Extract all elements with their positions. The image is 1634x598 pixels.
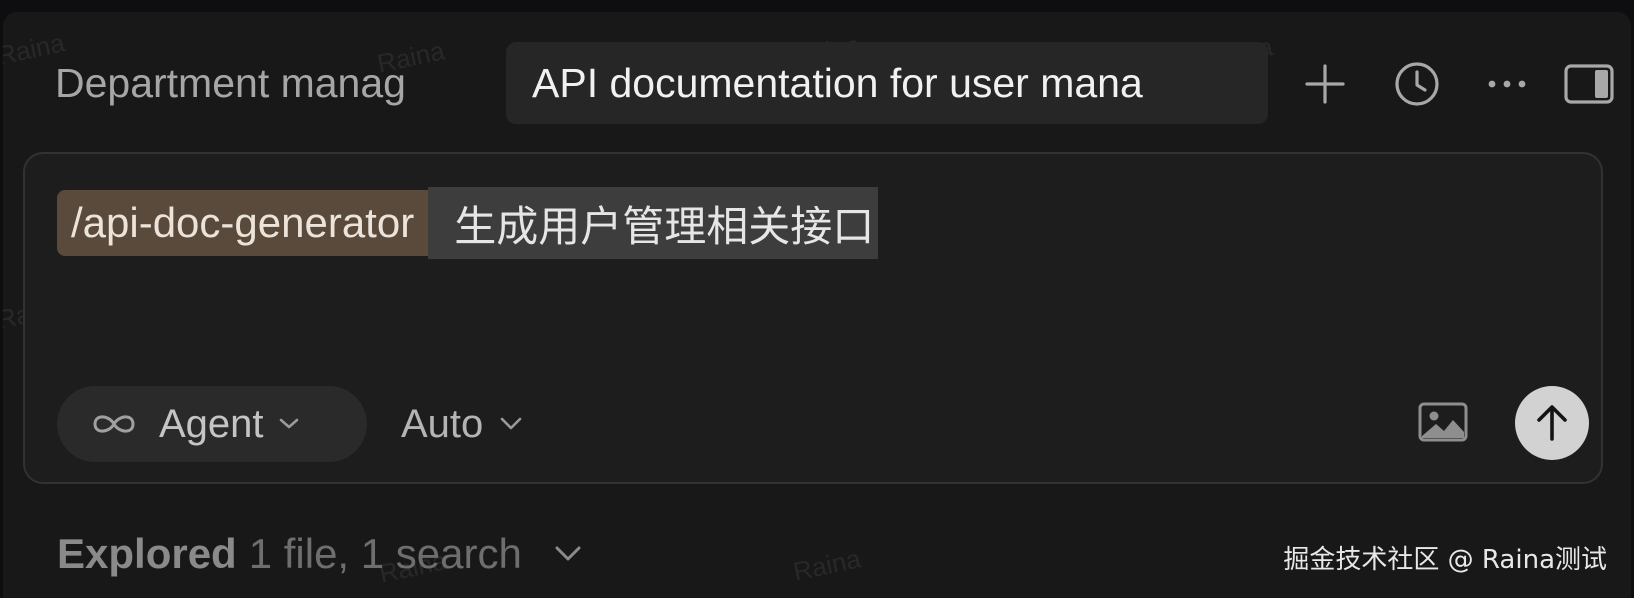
- send-button[interactable]: [1515, 386, 1589, 460]
- mode-label: Agent: [159, 401, 264, 446]
- explored-summary[interactable]: Explored 1 file, 1 search: [57, 524, 582, 584]
- model-dropdown[interactable]: Auto: [401, 386, 523, 462]
- new-chat-button[interactable]: [1299, 58, 1351, 110]
- attach-image-button[interactable]: [1417, 398, 1469, 446]
- tab-label: Department manag: [55, 59, 406, 106]
- history-icon: [1395, 62, 1439, 106]
- infinity-icon: [89, 411, 139, 437]
- explored-label: Explored: [57, 530, 237, 577]
- message-composer[interactable]: /api-doc-generator 生成用户管理相关接口 Agent Auto: [23, 152, 1603, 484]
- chat-window: Raina Raina Raina Raina Raina Raina Rain…: [3, 12, 1631, 598]
- toggle-panel-button[interactable]: [1563, 58, 1615, 110]
- image-icon: [1418, 402, 1468, 442]
- watermark-credit: 掘金技术社区 @ Raina测试: [1283, 545, 1607, 575]
- history-button[interactable]: [1391, 58, 1443, 110]
- more-options-button[interactable]: [1481, 58, 1533, 110]
- tab-department-management[interactable]: Department manag: [55, 42, 467, 124]
- plus-icon: [1305, 64, 1345, 104]
- chevron-down-icon: [278, 417, 300, 431]
- prompt-input[interactable]: /api-doc-generator 生成用户管理相关接口: [57, 187, 879, 259]
- tab-label: API documentation for user mana: [532, 59, 1143, 106]
- agent-mode-dropdown[interactable]: Agent: [57, 386, 367, 462]
- chevron-down-icon: [554, 545, 582, 563]
- tab-api-documentation[interactable]: API documentation for user mana: [506, 42, 1268, 124]
- model-label: Auto: [401, 401, 484, 446]
- panel-toggle-icon: [1564, 64, 1614, 104]
- command-chip[interactable]: /api-doc-generator: [57, 190, 429, 256]
- watermark: Raina: [790, 543, 864, 587]
- explored-count: 1 file, 1 search: [248, 530, 522, 577]
- chevron-down-icon: [499, 416, 523, 432]
- more-icon: [1488, 80, 1526, 88]
- prompt-text[interactable]: 生成用户管理相关接口: [428, 187, 879, 259]
- arrow-up-icon: [1537, 405, 1567, 441]
- tab-bar: Department manag API documentation for u…: [3, 42, 1631, 124]
